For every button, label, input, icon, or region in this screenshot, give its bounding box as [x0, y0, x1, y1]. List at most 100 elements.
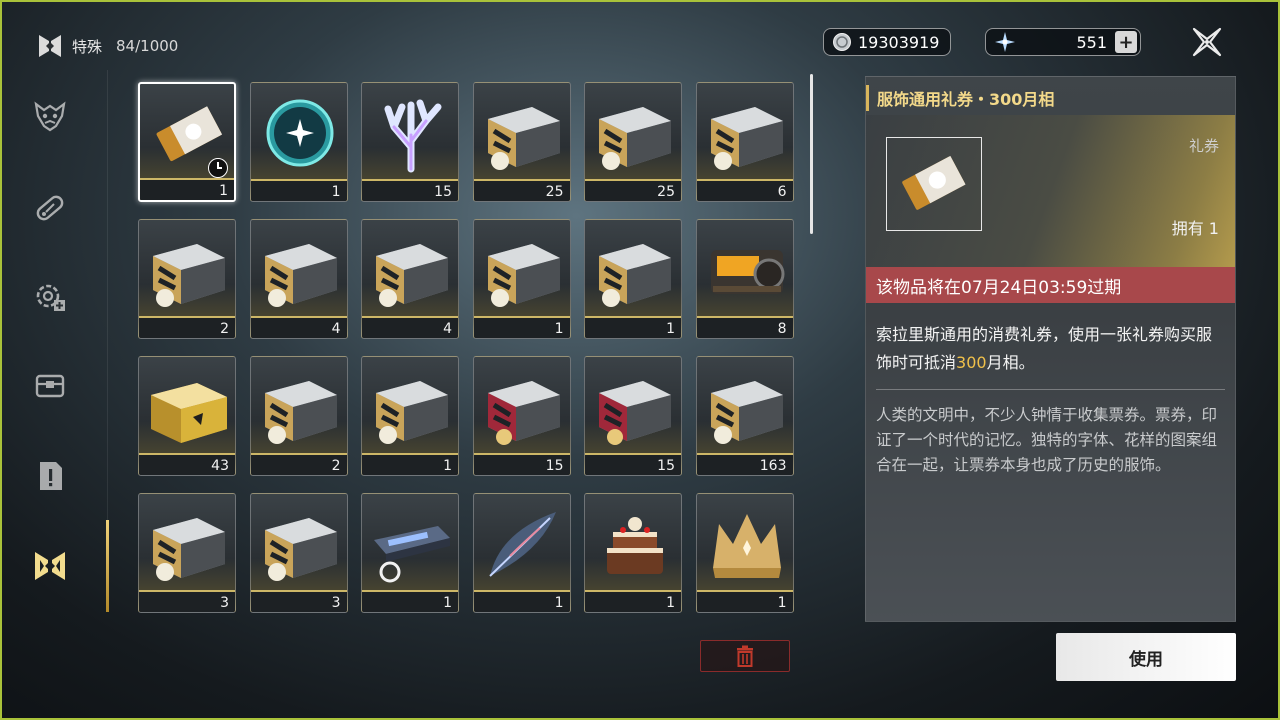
- inventory-slot[interactable]: 1: [138, 82, 236, 202]
- inventory-slot[interactable]: 1: [249, 82, 348, 202]
- sidebar-item-consumable[interactable]: [28, 186, 72, 230]
- item-quantity: 1: [219, 183, 228, 199]
- inventory-slot[interactable]: 15: [472, 356, 571, 476]
- quantity-bar: 2: [139, 316, 235, 338]
- clock-icon: [208, 158, 228, 178]
- sidebar-item-material[interactable]: [28, 274, 72, 318]
- inventory-slot[interactable]: 1: [472, 493, 571, 613]
- feather-leaf-icon: [488, 512, 556, 577]
- item-quantity: 43: [211, 458, 229, 474]
- silver-chest-gold-icon: [264, 244, 337, 307]
- inventory-slot[interactable]: 1: [361, 493, 459, 613]
- inventory-slot[interactable]: 163: [695, 356, 794, 476]
- quantity-bar: 3: [250, 590, 347, 612]
- trash-icon: [737, 645, 753, 667]
- item-quantity: 1: [443, 458, 452, 474]
- quantity-bar: 1: [585, 590, 681, 612]
- coin-currency: 19303919: [823, 28, 951, 56]
- special-category-icon: [39, 35, 61, 57]
- silver-chest-gold-icon: [487, 244, 560, 307]
- item-quantity: 1: [443, 595, 452, 611]
- inventory-slot[interactable]: 25: [472, 82, 571, 202]
- inventory-slot[interactable]: 15: [584, 356, 682, 476]
- sidebar-item-special[interactable]: [28, 544, 72, 588]
- sidebar-item-chest[interactable]: [28, 364, 72, 408]
- sidebar-item-demon[interactable]: [28, 94, 72, 138]
- inventory-slot[interactable]: 1: [361, 356, 459, 476]
- item-quantity: 1: [554, 595, 564, 611]
- gold-crown-icon: [712, 514, 781, 578]
- inventory-slot[interactable]: 1: [584, 493, 682, 613]
- item-quantity: 2: [220, 321, 229, 337]
- quantity-bar: 6: [696, 179, 793, 201]
- item-quantity: 1: [554, 321, 564, 337]
- inventory-slot[interactable]: 15: [361, 82, 459, 202]
- quantity-bar: 15: [473, 453, 570, 475]
- item-quantity: 6: [777, 184, 787, 200]
- item-title: 服饰通用礼券・300月相: [866, 85, 1235, 111]
- inventory-slot[interactable]: 25: [584, 82, 682, 202]
- coin-amount: 19303919: [858, 32, 940, 52]
- silver-chest-gold-icon: [153, 518, 225, 581]
- item-quantity: 1: [666, 595, 675, 611]
- item-quantity: 15: [434, 184, 452, 200]
- sidebar-item-quest[interactable]: [28, 454, 72, 498]
- delete-button[interactable]: [700, 640, 790, 672]
- quantity-bar: 2: [250, 453, 347, 475]
- quantity-bar: 4: [250, 316, 347, 338]
- item-quantity: 15: [545, 458, 564, 474]
- coin-icon: [833, 33, 851, 51]
- item-quantity: 3: [220, 595, 229, 611]
- weapon-case-icon: [374, 526, 450, 583]
- pill-capsule-icon: [36, 195, 64, 221]
- crystal-amount: 551: [1076, 32, 1107, 52]
- inventory-capacity: 84/1000: [116, 37, 179, 55]
- quantity-bar: 43: [139, 453, 235, 475]
- sidebar-active-indicator: [106, 520, 109, 612]
- quantity-bar: 1: [362, 453, 458, 475]
- inventory-grid: 1 1 15 25 25 6 2 4 4 1 1 8 43 2 1 15 15 163 3 3 1 1 1 1: [138, 82, 794, 613]
- item-type: 礼券: [1188, 137, 1219, 155]
- quantity-bar: 1: [473, 316, 570, 338]
- red-chest-icon: [599, 381, 671, 445]
- use-button[interactable]: 使用: [1056, 633, 1236, 681]
- dark-chest-orange-icon: [710, 250, 784, 294]
- category-label: 特殊: [72, 37, 103, 56]
- item-quantity: 1: [777, 595, 787, 611]
- quantity-bar: 1: [696, 590, 793, 612]
- inventory-slot[interactable]: 1: [584, 219, 682, 339]
- inventory-slot[interactable]: 8: [695, 219, 794, 339]
- item-detail-panel: 服饰通用礼券・300月相 礼券 拥有 1 该物品将在07月24日03:59过期 …: [865, 76, 1236, 622]
- add-crystal-button[interactable]: +: [1115, 31, 1137, 53]
- silver-chest-gold-icon: [153, 244, 225, 307]
- inventory-slot[interactable]: 3: [138, 493, 236, 613]
- item-quantity: 15: [657, 458, 675, 474]
- special-category-icon: [35, 552, 65, 580]
- red-chest-icon: [487, 381, 560, 445]
- item-quantity: 163: [759, 458, 787, 474]
- inventory-slot[interactable]: 2: [138, 219, 236, 339]
- item-quantity: 2: [331, 458, 341, 474]
- item-preview-frame: [886, 137, 982, 231]
- inventory-slot[interactable]: 2: [249, 356, 348, 476]
- inventory-slot[interactable]: 1: [695, 493, 794, 613]
- item-quantity: 4: [331, 321, 341, 337]
- quantity-bar: 3: [139, 590, 235, 612]
- inventory-scrollbar[interactable]: [810, 74, 813, 234]
- inventory-slot[interactable]: 4: [361, 219, 459, 339]
- inventory-slot[interactable]: 6: [695, 82, 794, 202]
- description-highlight: 300: [956, 353, 987, 372]
- quantity-bar: 15: [362, 179, 458, 201]
- close-button[interactable]: [1190, 25, 1224, 59]
- inventory-slot[interactable]: 1: [472, 219, 571, 339]
- description-text: 索拉里斯通用的消费礼券，使用一张礼券购买服饰时可抵消: [876, 325, 1213, 372]
- crystal-currency: 551 +: [985, 28, 1141, 56]
- inventory-slot[interactable]: 3: [249, 493, 348, 613]
- quantity-bar: 1: [473, 590, 570, 612]
- silver-chest-gold-icon: [376, 244, 448, 307]
- cake-icon: [607, 517, 663, 574]
- quantity-bar: 1: [140, 178, 234, 200]
- item-quantity: 8: [777, 321, 787, 337]
- inventory-slot[interactable]: 4: [249, 219, 348, 339]
- inventory-slot[interactable]: 43: [138, 356, 236, 476]
